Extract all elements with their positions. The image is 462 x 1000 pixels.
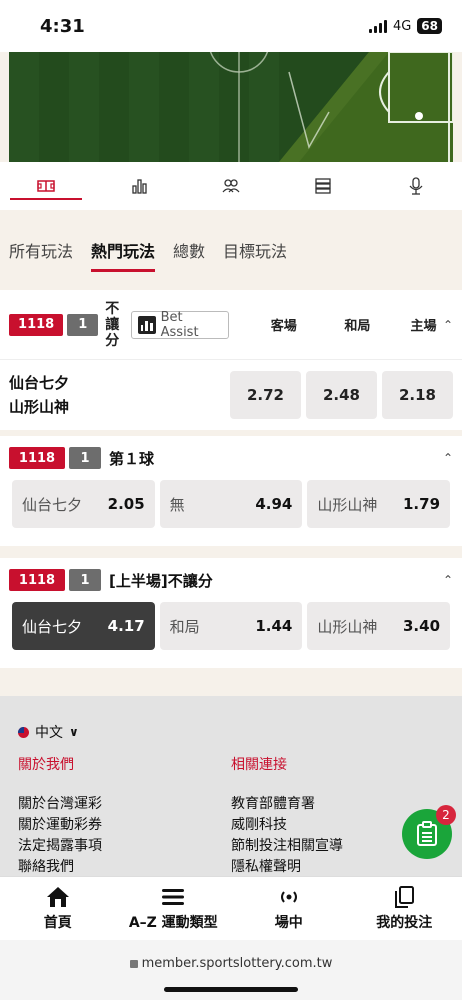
game-number-badge: 1 [69,447,101,469]
home-icon [46,886,69,907]
col-home: 主場 [410,319,437,334]
chevron-down-icon: ∨ [69,725,79,739]
related-heading: 相關連接 [231,757,287,773]
flag-icon [18,726,29,738]
browser-url-bar[interactable]: member.sportslottery.com.tw [0,940,462,1000]
clipboard-icon [417,821,437,846]
game-number-badge: 1 [69,569,101,591]
team-home: 山形山神 [9,398,70,416]
bottom-navigation: 首頁 A–Z 運動類型 場中 我的投注 [0,876,462,940]
odd-home[interactable]: 2.18 [382,371,453,419]
language-selector[interactable]: 中文 ∨ [18,722,444,742]
game-id-badge: 1118 [9,569,65,591]
footer-link[interactable]: 關於運動彩券 [18,815,231,836]
home-indicator[interactable] [164,987,298,992]
tab-lineup[interactable] [185,162,277,210]
market-first-goal: 1118 1 第１球 ⌃ 仙台七夕 2.05 無 4.94 山形山神 1.79 [0,436,462,546]
field-icon [37,180,55,192]
tab-field[interactable] [0,162,92,210]
market-moneyline: 1118 1 不 讓 分 Bet Assist 客場 和局 主場 ⌃ 仙台七夕 … [0,290,462,430]
team-away: 仙台七夕 [9,374,70,392]
tab-commentary[interactable] [370,162,462,210]
odd-away[interactable]: 2.72 [230,371,301,419]
nav-home-label: 首頁 [43,914,72,931]
pick-away[interactable]: 仙台七夕 4.17 [12,602,155,650]
nav-my-bets[interactable]: 我的投注 [347,877,462,940]
tab-all-bets[interactable]: 所有玩法 [9,234,73,266]
footer-link[interactable]: 法定揭露事項 [18,836,231,857]
stats-icon [131,179,147,194]
odds-row: 仙台七夕 4.17 和局 1.44 山形山神 3.40 [0,602,462,650]
url-display: member.sportslottery.com.tw [129,956,333,971]
menu-icon [162,888,185,905]
chevron-up-icon[interactable]: ⌃ [443,318,453,332]
tab-totals[interactable]: 總數 [173,234,205,266]
pick-home[interactable]: 山形山神 3.40 [307,602,451,650]
market-header[interactable]: 1118 1 第１球 ⌃ [0,436,462,480]
signal-icon [368,19,387,33]
nav-sports-az[interactable]: A–Z 運動類型 [116,877,232,940]
chevron-up-icon[interactable]: ⌃ [443,451,453,465]
tab-list[interactable] [277,162,369,210]
bet-type-tabs: 所有玩法 熱門玩法 總數 目標玩法 [0,228,462,272]
col-away: 客場 [270,319,297,334]
footer-link[interactable]: 關於台灣運彩 [18,794,231,815]
nav-live[interactable]: 場中 [231,877,347,940]
network-type: 4G [392,18,412,34]
nav-home[interactable]: 首頁 [0,877,116,940]
footer-link[interactable]: 隱私權聲明 [231,857,444,878]
status-bar: 4:31 4G 68 [0,0,462,52]
microphone-icon [409,177,423,195]
bet-assist-label: Bet Assist [160,309,199,340]
pick-home[interactable]: 山形山神 1.79 [307,480,451,528]
nav-sports-az-label: A–Z 運動類型 [128,914,218,931]
live-icon [280,890,297,903]
battery-icon: 68 [417,18,442,34]
game-id-badge: 1118 [9,313,64,336]
nav-live-label: 場中 [274,914,303,931]
market-header[interactable]: 1118 1 不 讓 分 Bet Assist 客場 和局 主場 ⌃ [0,290,462,360]
market-title: [上半場]不讓分 [109,571,213,590]
match-view-tabs [0,162,462,210]
lineup-icon [222,179,240,193]
market-header[interactable]: 1118 1 [上半場]不讓分 ⌃ [0,558,462,602]
teams: 仙台七夕 山形山神 [9,371,225,419]
betslip-count-badge: 2 [436,805,456,825]
footer-link[interactable]: 教育部體育署 [231,794,444,815]
about-column: 關於我們 關於台灣運彩 關於運動彩券 法定揭露事項 聯絡我們 [18,754,231,878]
pick-away[interactable]: 仙台七夕 2.05 [12,480,155,528]
status-indicators: 4G 68 [368,18,442,34]
market-title: 不 讓 分 [105,300,120,349]
tab-goal-bets[interactable]: 目標玩法 [223,234,287,266]
url-text: member.sportslottery.com.tw [141,956,333,971]
pick-draw[interactable]: 和局 1.44 [159,602,303,650]
col-draw: 和局 [344,319,371,334]
betslip-button[interactable]: 2 [402,805,456,859]
nav-my-bets-label: 我的投注 [376,914,433,931]
copy-icon [395,885,415,908]
lock-icon [129,959,138,968]
market-title: 第１球 [109,449,155,468]
odd-draw[interactable]: 2.48 [306,371,377,419]
odds-row: 仙台七夕 2.05 無 4.94 山形山神 1.79 [0,480,462,528]
chart-icon [137,315,156,334]
about-heading: 關於我們 [18,757,74,773]
language-label: 中文 [35,725,63,741]
list-icon [315,178,332,194]
footer-link[interactable]: 聯絡我們 [18,857,231,878]
tab-popular-bets[interactable]: 熱門玩法 [91,234,156,272]
status-time: 4:31 [40,15,85,37]
odds-row: 仙台七夕 山形山神 2.72 2.48 2.18 [0,360,462,430]
tab-stats[interactable] [92,162,184,210]
chevron-up-icon[interactable]: ⌃ [443,573,453,587]
bet-assist-button[interactable]: Bet Assist [130,309,229,340]
market-first-half: 1118 1 [上半場]不讓分 ⌃ 仙台七夕 4.17 和局 1.44 山形山神 3.… [0,558,462,668]
game-id-badge: 1118 [9,447,65,469]
game-number-badge: 1 [67,313,99,336]
pitch-visualization [9,52,453,162]
pick-none[interactable]: 無 4.94 [159,480,303,528]
site-footer: 中文 ∨ 關於我們 關於台灣運彩 關於運動彩券 法定揭露事項 聯絡我們 相關連接… [0,696,462,876]
